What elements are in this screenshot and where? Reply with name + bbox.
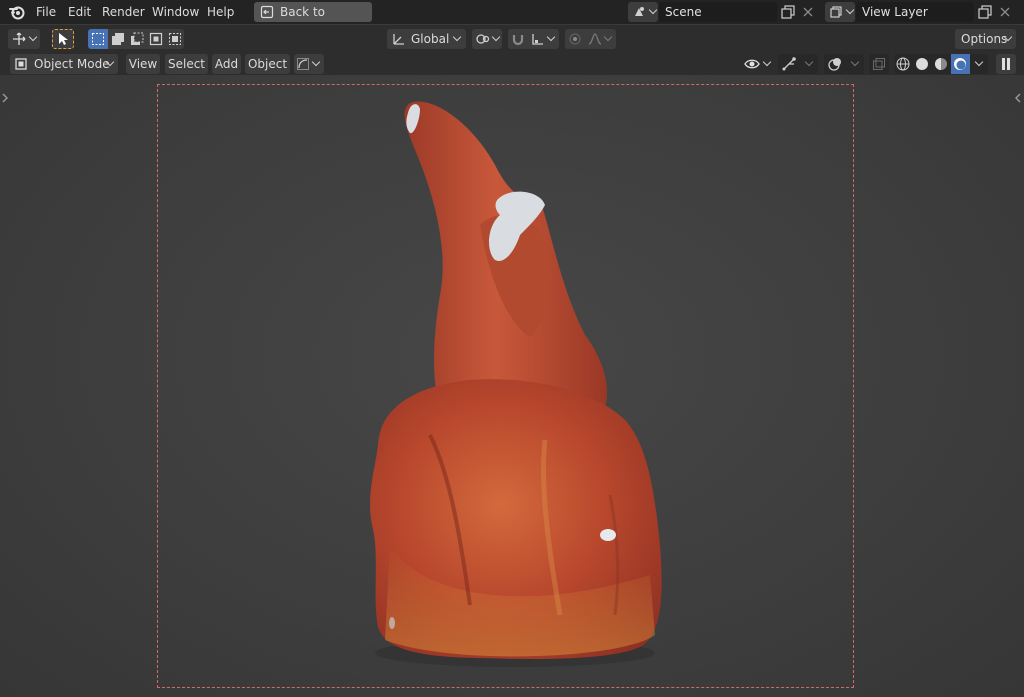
select-new-icon <box>91 32 105 46</box>
view-layer-icon <box>829 5 843 19</box>
chevron-down-icon <box>450 29 462 49</box>
select-extend-button[interactable] <box>108 29 127 49</box>
visibility-dropdown[interactable] <box>742 54 774 74</box>
shading-material-button[interactable] <box>932 54 951 74</box>
chevron-down-icon <box>843 2 855 22</box>
menu-render[interactable]: Render <box>100 4 147 20</box>
pause-icon <box>1001 58 1011 70</box>
select-invert-icon <box>149 32 163 46</box>
snap-toggle[interactable] <box>508 29 528 49</box>
viewport-header: Object Mode View Select Add Object <box>0 53 1024 75</box>
chevron-down-icon <box>760 57 772 71</box>
solid-sphere-icon <box>915 57 929 71</box>
chevron-down-icon <box>972 54 984 74</box>
proportional-editing-icon <box>569 33 581 45</box>
chevron-down-icon <box>802 54 814 74</box>
3d-viewport[interactable] <box>0 75 1024 697</box>
scene-icon <box>632 5 646 19</box>
curve-dropdown[interactable] <box>294 54 324 74</box>
menu-select[interactable]: Select <box>165 54 208 74</box>
snap-target-dropdown[interactable] <box>528 29 559 49</box>
menu-edit[interactable]: Edit <box>66 4 93 20</box>
shading-dropdown[interactable] <box>970 54 988 74</box>
select-extend-icon <box>111 32 125 46</box>
select-invert-button[interactable] <box>146 29 165 49</box>
top-bar: File Edit Render Window Help Back to Pre… <box>0 0 1024 39</box>
magnet-icon <box>510 31 526 47</box>
xray-icon <box>872 57 886 71</box>
pause-render-button[interactable] <box>996 54 1016 74</box>
shading-wireframe-button[interactable] <box>894 54 913 74</box>
chevron-down-icon <box>103 54 115 74</box>
mode-label: Object Mode <box>34 57 110 71</box>
gizmo-dropdown[interactable] <box>800 54 818 74</box>
cursor-arrow-icon <box>57 32 69 46</box>
snap-increment-icon <box>531 31 545 47</box>
chevron-down-icon <box>1001 29 1013 49</box>
back-icon <box>260 5 274 19</box>
close-scene-icon[interactable] <box>801 5 815 19</box>
mode-dropdown[interactable]: Object Mode <box>10 54 118 74</box>
select-new-button[interactable] <box>88 29 108 49</box>
overlays-dropdown[interactable] <box>846 54 864 74</box>
select-subtract-icon <box>130 32 144 46</box>
gizmo-icon <box>781 56 797 72</box>
gizmo-toggle[interactable] <box>778 54 800 74</box>
shading-rendered-button[interactable] <box>951 54 970 74</box>
chevron-down-icon <box>848 54 860 74</box>
chevron-down-icon <box>646 2 658 22</box>
move-tool-icon <box>11 31 27 47</box>
view-layer-browse-button[interactable] <box>825 2 855 22</box>
rendered-sphere-icon <box>953 57 967 71</box>
falloff-curve-icon <box>588 31 602 47</box>
menu-object[interactable]: Object <box>245 54 290 74</box>
transform-pivot-button[interactable] <box>8 29 40 49</box>
orientation-axes-icon <box>390 31 406 47</box>
camera-frame <box>157 84 854 688</box>
options-dropdown[interactable]: Options <box>955 29 1016 49</box>
overlays-icon <box>827 56 843 72</box>
menu-file[interactable]: File <box>34 4 58 20</box>
material-sphere-icon <box>934 57 948 71</box>
chevron-down-icon <box>26 29 38 49</box>
proportional-falloff-dropdown[interactable] <box>585 29 616 49</box>
object-mode-icon <box>14 57 28 71</box>
close-view-layer-icon[interactable] <box>998 5 1012 19</box>
menu-help[interactable]: Help <box>205 4 236 20</box>
chevron-down-icon <box>489 29 501 49</box>
tool-settings-bar: Global Options <box>0 25 1024 53</box>
scene-name-field[interactable]: Scene <box>659 2 777 22</box>
select-tool-button[interactable] <box>52 29 74 49</box>
chevron-down-icon <box>601 29 613 49</box>
curve-icon <box>296 56 310 72</box>
scene-browse-button[interactable] <box>628 2 658 22</box>
shading-solid-button[interactable] <box>913 54 932 74</box>
menu-add[interactable]: Add <box>212 54 241 74</box>
select-intersect-icon <box>168 32 182 46</box>
select-subtract-button[interactable] <box>127 29 146 49</box>
copy-view-layer-icon[interactable] <box>977 4 993 20</box>
copy-scene-icon[interactable] <box>780 4 796 20</box>
chevron-down-icon <box>309 54 321 74</box>
xray-toggle[interactable] <box>869 54 889 74</box>
proportional-editing-toggle[interactable] <box>565 29 585 49</box>
blender-logo-icon[interactable] <box>8 3 26 21</box>
overlays-toggle[interactable] <box>824 54 846 74</box>
orientation-label: Global <box>411 32 450 46</box>
back-to-previous-button[interactable]: Back to Previous <box>254 2 372 39</box>
menu-view[interactable]: View <box>126 54 160 74</box>
wireframe-sphere-icon <box>896 57 910 71</box>
select-intersect-button[interactable] <box>165 29 184 49</box>
menu-window[interactable]: Window <box>150 4 201 20</box>
view-layer-name-field[interactable]: View Layer <box>856 2 974 22</box>
chevron-down-icon <box>544 29 556 49</box>
transform-orientation-dropdown[interactable]: Global <box>387 29 466 49</box>
pivot-point-dropdown[interactable] <box>472 29 502 49</box>
